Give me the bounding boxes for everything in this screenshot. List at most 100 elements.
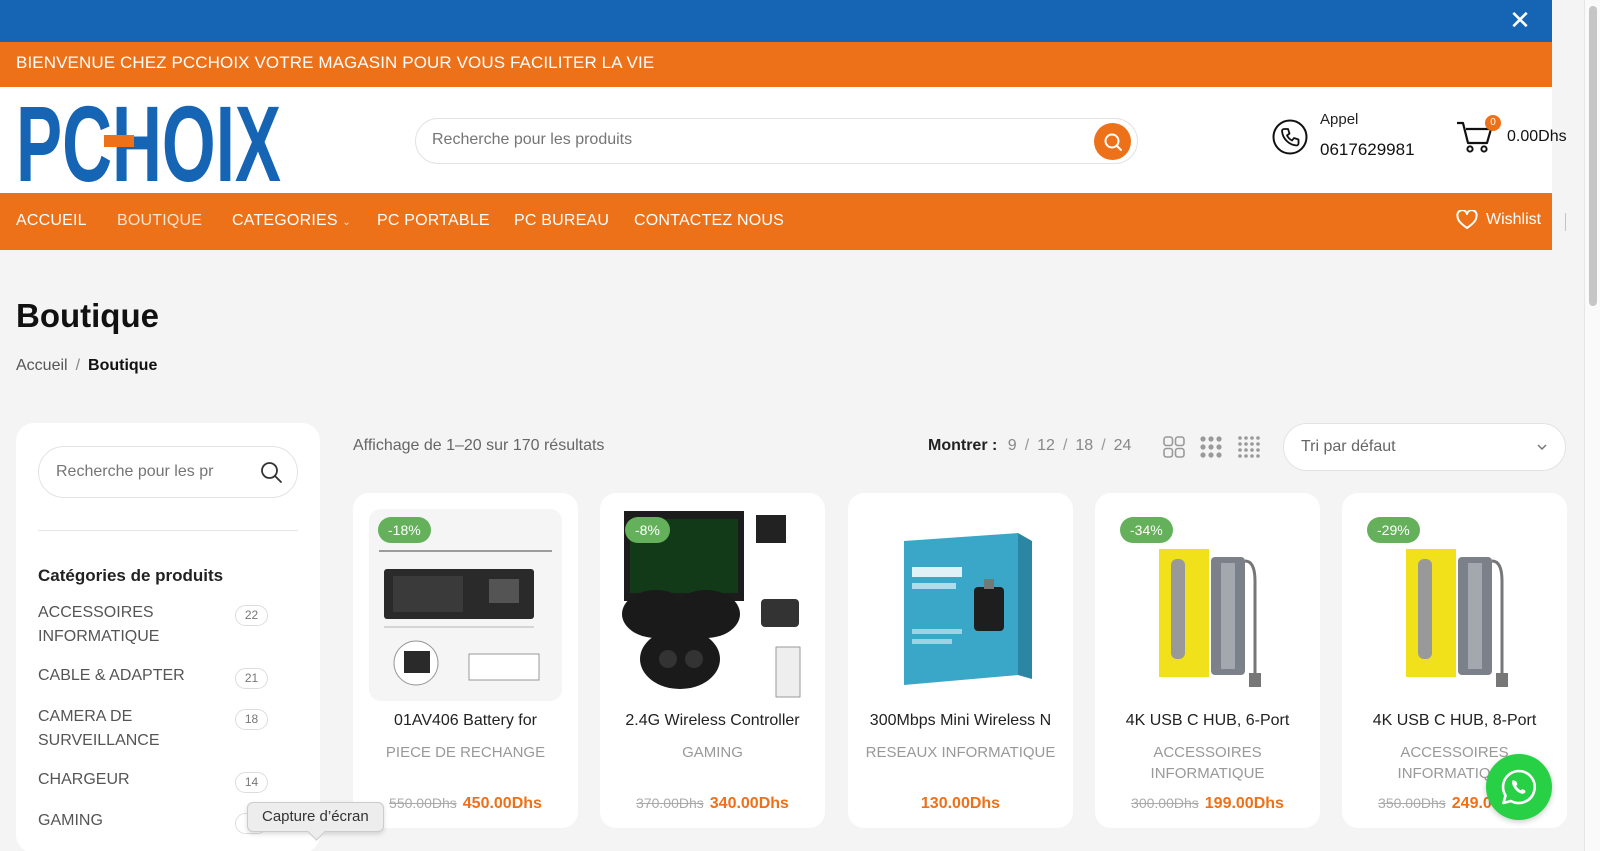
product-category[interactable]: RESEAUX INFORMATIQUE [856, 742, 1065, 763]
per-page-option[interactable]: 24 [1114, 437, 1132, 454]
current-price: 450.00Dhs [462, 795, 542, 812]
heart-icon [1456, 210, 1478, 229]
old-price: 550.00Dhs [389, 795, 457, 811]
wifi-adapter-image [864, 509, 1057, 701]
per-page-selector: Montrer : 9 / 12 / 18 / 24 [928, 437, 1131, 455]
per-page-separator: / [1101, 437, 1106, 454]
whatsapp-button[interactable] [1486, 754, 1552, 820]
breadcrumb-home[interactable]: Accueil [16, 357, 68, 374]
per-page-option[interactable]: 9 [1008, 437, 1017, 454]
per-page-separator: / [1024, 437, 1030, 454]
sidebar-search [38, 446, 298, 498]
grid-3-icon[interactable] [1199, 435, 1223, 459]
category-count: 21 [235, 668, 268, 689]
breadcrumb: Accueil / Boutique [16, 357, 157, 375]
nav-item-boutique[interactable]: BOUTIQUE [117, 212, 202, 230]
product-price: 130.00Dhs [848, 795, 1073, 813]
product-category[interactable]: PIECE DE RECHANGE [361, 742, 570, 763]
chevron-down-icon: ⌄ [342, 217, 351, 228]
nav-item-categories[interactable]: CATEGORIES ⌄ [232, 212, 351, 230]
category-link[interactable]: CABLE & ADAPTER [38, 664, 238, 688]
screenshot-tooltip: Capture d’écran [247, 802, 384, 832]
category-link[interactable]: CAMERA DE SURVEILLANCE [38, 705, 238, 753]
nav-item-categories-label: CATEGORIES [232, 212, 338, 229]
old-price: 350.00Dhs [1378, 795, 1446, 811]
results-count: Affichage de 1–20 sur 170 résultats [353, 437, 605, 454]
logo[interactable]: PCHOIX [16, 97, 281, 183]
cart-count-badge: 0 [1485, 115, 1501, 131]
current-price: 130.00Dhs [920, 795, 1001, 812]
sort-value: Tri par défaut [1301, 438, 1396, 455]
nav-item-pc-bureau[interactable]: PC BUREAU [514, 212, 609, 230]
discount-badge: -8% [625, 517, 670, 543]
wishlist-label: Wishlist [1486, 211, 1542, 228]
close-icon[interactable]: ✕ [1508, 7, 1532, 33]
category-count: 22 [235, 605, 268, 626]
grid-2-icon[interactable] [1162, 435, 1186, 459]
top-announcement-bar: ✕ [0, 0, 1552, 42]
show-label: Montrer : [928, 437, 998, 454]
wishlist-link[interactable]: Wishlist [1456, 210, 1541, 230]
main-nav: ACCUEIL BOUTIQUE CATEGORIES ⌄ PC PORTABL… [0, 193, 1566, 250]
grid-4-icon[interactable] [1237, 435, 1261, 459]
per-page-separator: / [1062, 437, 1068, 454]
category-count: 14 [235, 772, 268, 793]
product-price: 550.00Dhs 450.00Dhs [353, 795, 578, 813]
scrollbar-thumb[interactable] [1589, 6, 1597, 306]
product-card[interactable]: -34% 4K USB C HUB, 6-Port ACCESSOIRES IN… [1095, 493, 1320, 828]
product-name[interactable]: 01AV406 Battery for [361, 712, 570, 730]
old-price: 370.00Dhs [636, 795, 704, 811]
discount-badge: -34% [1120, 517, 1173, 543]
whatsapp-icon [1501, 769, 1537, 805]
cart-total: 0.00Dhs [1507, 128, 1567, 145]
category-link[interactable]: ACCESSOIRES INFORMATIQUE [38, 601, 238, 649]
category-link[interactable]: GAMING [38, 809, 238, 833]
page-scrollbar[interactable] [1584, 0, 1600, 851]
phone-icon [1272, 119, 1308, 155]
current-price: 199.00Dhs [1204, 795, 1284, 812]
search-input[interactable] [432, 131, 1072, 149]
welcome-banner: BIENVENUE CHEZ PCCHOIX VOTRE MAGASIN POU… [0, 42, 1552, 87]
filter-sidebar: Catégories de produits ACCESSOIRES INFOR… [16, 423, 320, 851]
call-contact[interactable]: Appel 0617629981 [1272, 107, 1422, 167]
category-link[interactable]: CHARGEUR [38, 768, 238, 792]
search-button[interactable] [1094, 123, 1131, 160]
product-name[interactable]: 2.4G Wireless Controller [608, 712, 817, 730]
product-card[interactable]: -8% 2.4G Wireless Controller GAMING 370.… [600, 493, 825, 828]
product-category[interactable]: GAMING [608, 742, 817, 763]
product-price: 300.00Dhs 199.00Dhs [1095, 795, 1320, 813]
product-card[interactable]: -18% 01AV406 Battery for PIECE DE RECHAN… [353, 493, 578, 828]
product-name[interactable]: 4K USB C HUB, 8-Port [1350, 712, 1559, 730]
site-header: PCHOIX Appel 0617629981 0 0.00Dhs [0, 87, 1567, 193]
call-label: Appel [1320, 111, 1359, 128]
per-page-option[interactable]: 18 [1075, 437, 1093, 454]
product-card[interactable]: 300Mbps Mini Wireless N RESEAUX INFORMAT… [848, 493, 1073, 828]
sort-select[interactable]: Tri par défaut [1283, 423, 1566, 471]
discount-badge: -18% [378, 517, 431, 543]
old-price: 300.00Dhs [1131, 795, 1199, 811]
breadcrumb-separator: / [75, 357, 81, 374]
cart[interactable]: 0 0.00Dhs [1455, 115, 1575, 157]
svg-text:PCHOIX: PCHOIX [16, 97, 281, 183]
current-price: 340.00Dhs [709, 795, 789, 812]
sidebar-search-input[interactable] [56, 463, 216, 481]
page-title: Boutique [16, 297, 159, 334]
product-search [415, 118, 1138, 164]
discount-badge: -29% [1367, 517, 1420, 543]
product-image[interactable] [864, 509, 1057, 701]
product-name[interactable]: 300Mbps Mini Wireless N [856, 712, 1065, 730]
call-number: 0617629981 [1320, 140, 1415, 159]
nav-divider [1565, 213, 1566, 231]
nav-item-pc-portable[interactable]: PC PORTABLE [377, 212, 490, 230]
divider [38, 530, 298, 531]
nav-item-accueil[interactable]: ACCUEIL [16, 212, 87, 230]
product-price: 370.00Dhs 340.00Dhs [600, 795, 825, 813]
chevron-down-icon [1537, 444, 1547, 451]
search-icon[interactable] [259, 460, 283, 484]
per-page-option[interactable]: 12 [1037, 437, 1055, 454]
search-icon [1104, 133, 1122, 151]
product-category[interactable]: ACCESSOIRES INFORMATIQUE [1103, 742, 1312, 784]
product-name[interactable]: 4K USB C HUB, 6-Port [1103, 712, 1312, 730]
breadcrumb-current: Boutique [88, 357, 158, 374]
nav-item-contactez-nous[interactable]: CONTACTEZ NOUS [634, 212, 784, 230]
